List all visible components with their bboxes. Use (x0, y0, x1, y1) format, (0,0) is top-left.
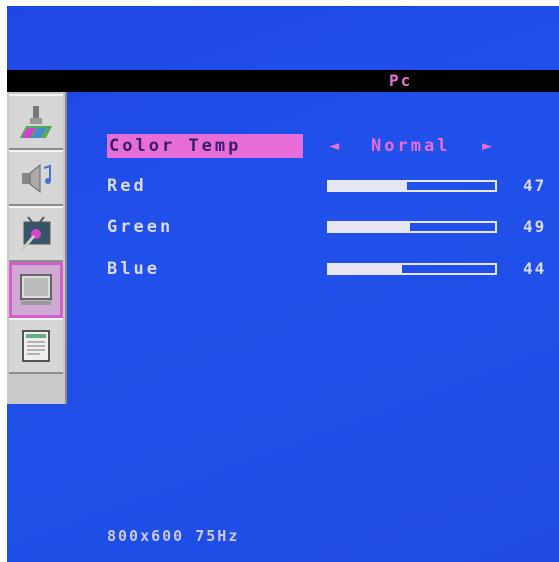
title-bar: Pc (7, 70, 559, 92)
sidebar (7, 92, 67, 404)
tab-picture[interactable] (9, 94, 63, 150)
tv-tools-icon (20, 216, 51, 251)
right-arrow-icon[interactable]: ► (482, 134, 492, 158)
green-value: 49 (523, 217, 547, 236)
green-slider-fill (329, 223, 411, 231)
red-slider[interactable] (327, 180, 497, 192)
osd-screen: Pc Color Temp ◄ Normal ► Red 47 Green 49… (7, 6, 559, 562)
color-temp-value[interactable]: Normal (371, 134, 450, 158)
left-arrow-icon[interactable]: ◄ (329, 134, 339, 158)
tab-tv-setup[interactable] (9, 206, 63, 262)
blue-value: 44 (523, 259, 547, 278)
tab-options[interactable] (9, 318, 63, 374)
document-icon (22, 330, 50, 362)
resolution-status: 800x600 75Hz (107, 527, 240, 545)
blue-slider-fill (329, 265, 403, 273)
red-value: 47 (523, 176, 547, 195)
speaker-icon (22, 163, 51, 194)
color-temp-label[interactable]: Color Temp (107, 134, 303, 158)
green-label: Green (107, 217, 174, 237)
blue-slider[interactable] (327, 263, 497, 275)
paint-brush-icon (20, 106, 52, 138)
red-slider-fill (329, 182, 408, 190)
tab-pc[interactable] (9, 262, 63, 318)
page-title: Pc (389, 71, 413, 90)
green-slider[interactable] (327, 221, 497, 233)
tab-sound[interactable] (9, 150, 63, 206)
red-label: Red (107, 176, 147, 196)
blue-label: Blue (107, 259, 160, 279)
monitor-icon (20, 274, 52, 305)
